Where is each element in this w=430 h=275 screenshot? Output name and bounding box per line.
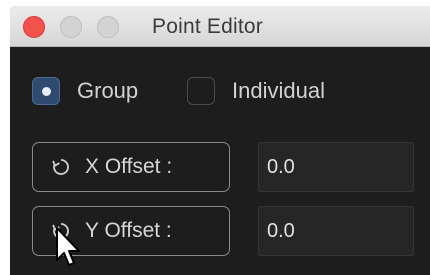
individual-radio-label: Individual — [232, 78, 325, 103]
x-offset-value-field[interactable]: 0.0 — [258, 142, 414, 192]
mouse-pointer-icon — [56, 227, 80, 266]
zoom-window-button[interactable] — [97, 16, 119, 38]
group-radio-label: Group — [77, 78, 139, 103]
radio-selected-dot — [41, 86, 51, 96]
x-offset-button[interactable]: X Offset : — [32, 142, 230, 192]
title-bar: Point Editor — [10, 6, 430, 47]
group-radio-option[interactable]: Group — [32, 76, 138, 106]
reset-arrow-icon — [49, 155, 73, 179]
y-offset-value-field[interactable]: 0.0 — [258, 206, 414, 256]
individual-radio-option[interactable]: Individual — [187, 76, 325, 106]
window-title: Point Editor — [152, 15, 263, 38]
x-offset-label: X Offset : — [85, 155, 173, 178]
group-radio-button[interactable] — [32, 77, 60, 105]
individual-radio-button[interactable] — [187, 77, 215, 105]
minimize-window-button[interactable] — [60, 16, 82, 38]
y-offset-label: Y Offset : — [85, 219, 172, 242]
close-window-button[interactable] — [23, 16, 45, 38]
